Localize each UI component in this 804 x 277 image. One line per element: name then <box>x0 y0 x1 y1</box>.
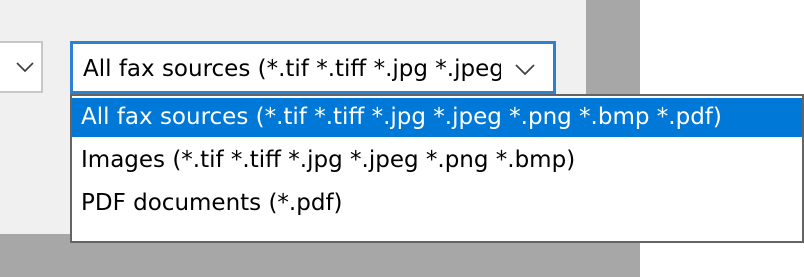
chevron-down-icon-graphic <box>16 62 34 73</box>
file-type-selected-value: All fax sources (*.tif *.tiff *.jpg *.jp… <box>83 56 501 82</box>
chevron-down-icon[interactable] <box>513 59 537 79</box>
chevron-down-icon[interactable] <box>16 54 34 79</box>
file-type-option-pdf-documents[interactable]: PDF documents (*.pdf) <box>72 184 802 223</box>
file-type-option-all-fax-sources[interactable]: All fax sources (*.tif *.tiff *.jpg *.jp… <box>72 98 802 137</box>
chevron-down-icon-graphic <box>515 64 535 76</box>
file-type-option-images[interactable]: Images (*.tif *.tiff *.jpg *.jpeg *.png … <box>72 141 802 180</box>
file-type-dropdown-list: All fax sources (*.tif *.tiff *.jpg *.jp… <box>70 94 804 243</box>
file-type-combobox[interactable]: All fax sources (*.tif *.tiff *.jpg *.jp… <box>70 41 556 94</box>
filename-combobox[interactable] <box>0 41 43 93</box>
